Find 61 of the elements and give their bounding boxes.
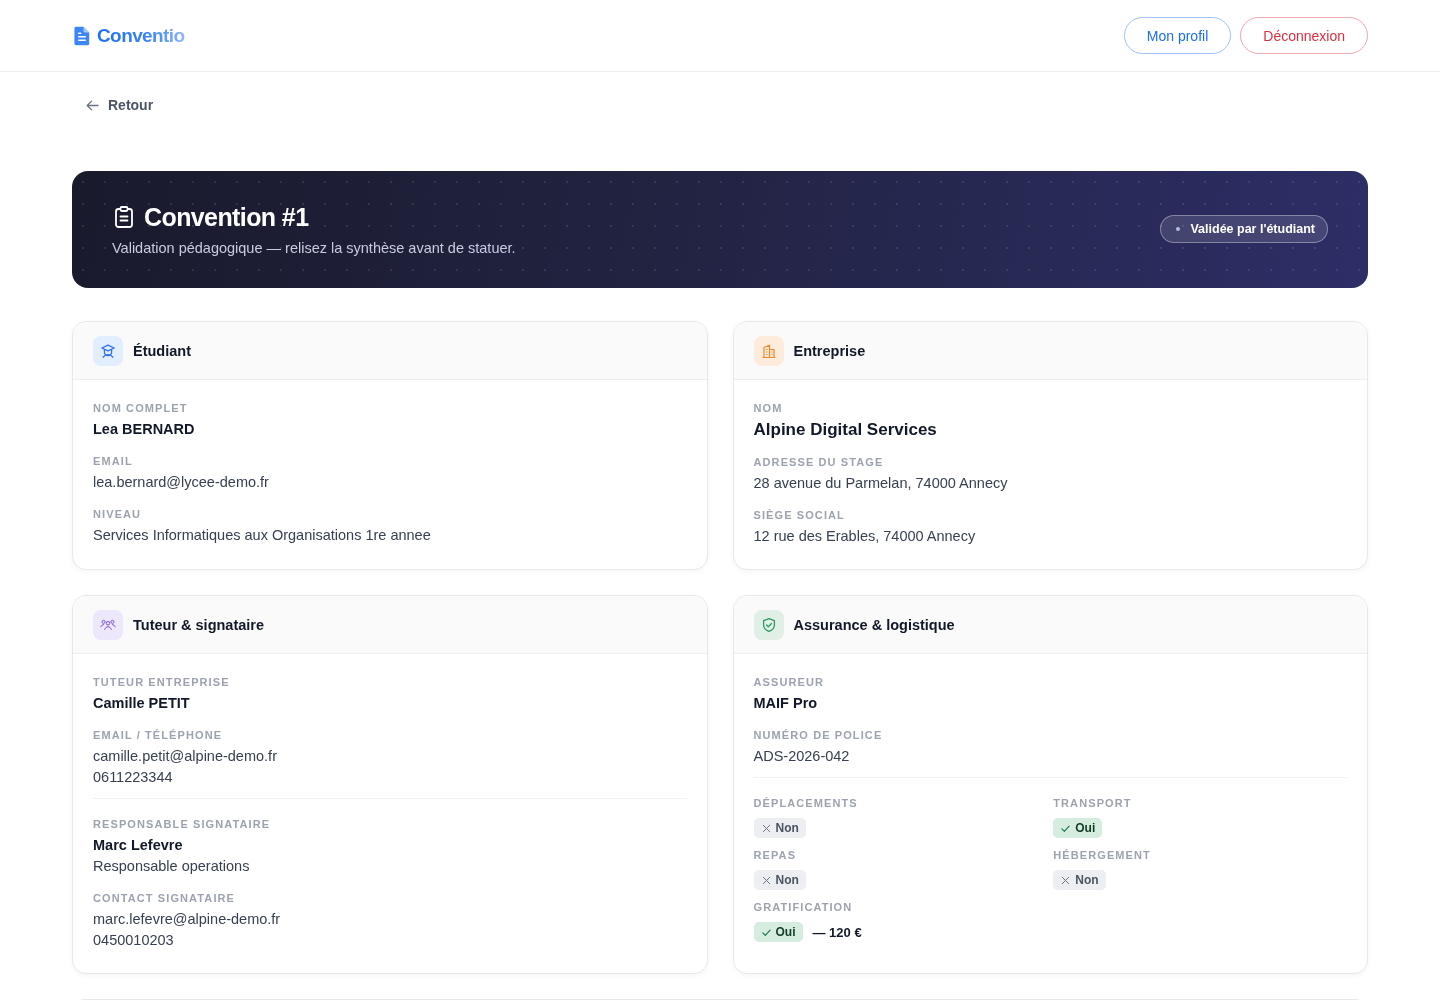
field-label: DÉPLACEMENTS (753, 796, 859, 810)
card-title: Assurance & logistique (793, 616, 955, 633)
field-value: 28 avenue du Parmelan, 74000 Annecy (753, 474, 1009, 493)
tag-text: Non (1075, 873, 1099, 887)
field-label: EMAIL / TÉLÉPHONE (93, 728, 224, 742)
field-label: REPAS (753, 848, 798, 862)
field-label: ASSUREUR (753, 675, 826, 689)
field-label: TUTEUR ENTREPRISE (93, 675, 231, 689)
field-label: EMAIL (93, 454, 134, 468)
back-link[interactable]: Retour (86, 95, 154, 115)
field-label: NOM COMPLET (93, 401, 189, 415)
field-label: NUMÉRO DE POLICE (753, 728, 884, 742)
cross-icon (1061, 875, 1071, 885)
card-title: Étudiant (133, 342, 191, 359)
field-value: lea.bernard@lycee-demo.fr (93, 473, 270, 492)
banner-subtitle: Validation pédagogique — relisez la synthèse avant de statuer. (112, 238, 516, 258)
field-value: Alpine Digital Services (753, 419, 938, 441)
status-dot-icon (1176, 226, 1181, 231)
field-value: ADS-2026-042 (753, 747, 851, 766)
arrow-left-icon (86, 99, 99, 111)
cross-icon (761, 875, 771, 885)
field-value: marc.lefevre@alpine-demo.fr (93, 910, 282, 929)
field-value: 12 rue des Erables, 74000 Annecy (753, 527, 977, 546)
shield-check-icon (753, 609, 784, 640)
field-value: camille.petit@alpine-demo.fr (93, 747, 278, 766)
field-value: Camille PETIT (93, 694, 191, 713)
field-value: Lea BERNARD (93, 420, 196, 439)
field-value: MAIF Pro (753, 694, 819, 713)
logout-button[interactable]: Déconnexion (1240, 17, 1368, 54)
field-label: NIVEAU (93, 507, 143, 521)
tag-text: Non (775, 873, 799, 887)
document-icon (74, 25, 90, 46)
field-value: Services Informatiques aux Organisations 1re annee (93, 526, 432, 545)
building-icon (753, 335, 784, 366)
field-label: CONTACT SIGNATAIRE (93, 891, 236, 905)
card-title: Entreprise (793, 342, 866, 359)
profile-button[interactable]: Mon profil (1123, 17, 1232, 54)
status-text: Validée par l'étudiant (1190, 221, 1315, 236)
field-value: Marc Lefevre (93, 836, 184, 855)
banner-title: Convention #1 (144, 201, 309, 232)
field-value: Responsable operations (93, 857, 251, 876)
graduation-cap-icon (93, 335, 123, 366)
tag-text: Oui (1075, 821, 1096, 835)
field-label: TRANSPORT (1053, 796, 1133, 810)
field-label: SIÈGE SOCIAL (753, 508, 846, 522)
field-value: 0611223344 (93, 768, 174, 787)
field-label: ADRESSE DU STAGE (753, 455, 885, 469)
amount-text: — 120 € (812, 924, 862, 940)
card-title: Tuteur & signataire (133, 616, 265, 633)
cross-icon (761, 823, 771, 833)
field-label: HÉBERGEMENT (1053, 848, 1152, 862)
check-icon (761, 927, 771, 937)
field-label: GRATIFICATION (753, 900, 854, 914)
check-icon (1061, 823, 1071, 833)
field-value: 0450010203 (93, 931, 175, 950)
tag-text: Non (775, 821, 799, 835)
field-label: NOM (753, 401, 784, 415)
tag-text: Oui (775, 925, 796, 939)
clipboard-icon (115, 205, 133, 228)
field-label: RESPONSABLE SIGNATAIRE (93, 817, 272, 831)
users-icon (93, 609, 123, 640)
